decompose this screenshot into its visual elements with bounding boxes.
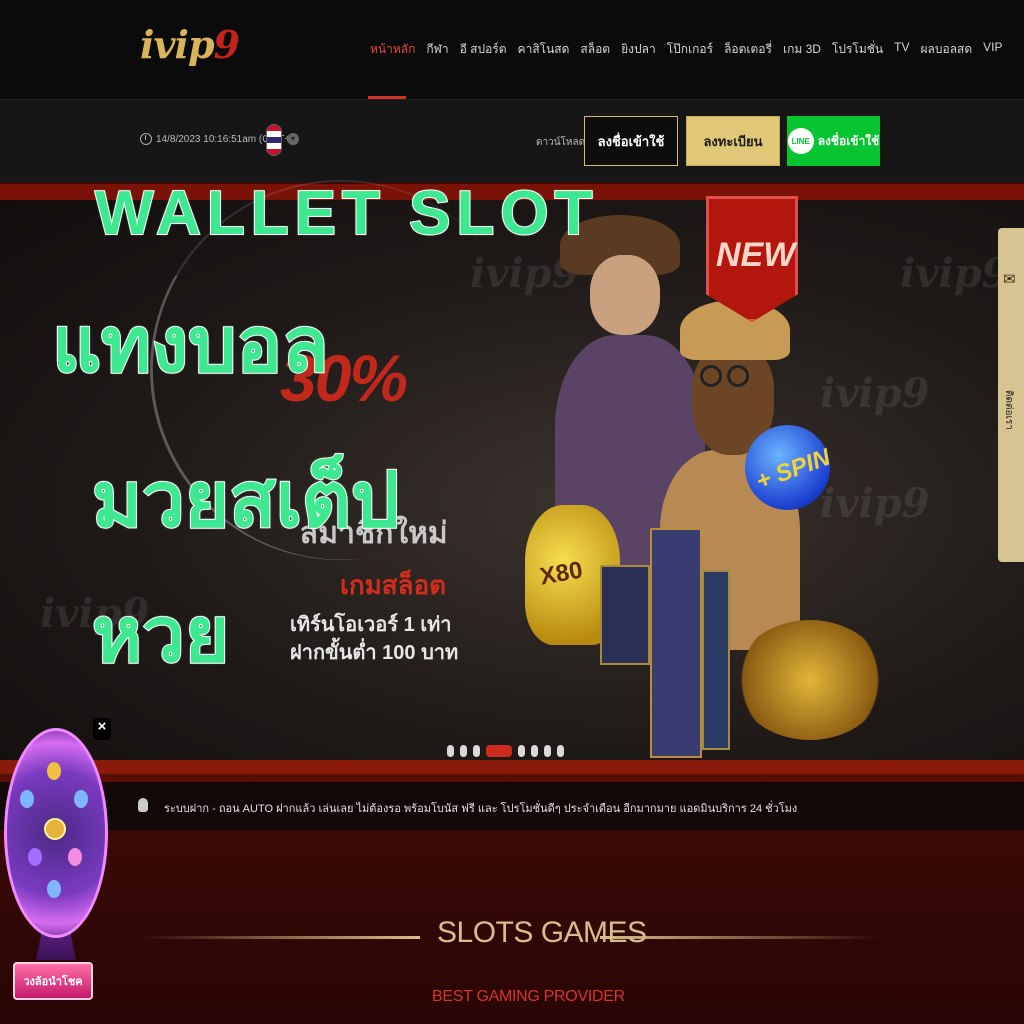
section-subtitle: BEST GAMING PROVIDER: [432, 988, 625, 1005]
nav-item[interactable]: คาสิโนสด: [518, 40, 570, 59]
logo[interactable]: ivip9: [140, 22, 240, 67]
nav-item[interactable]: อี สปอร์ต: [460, 40, 507, 59]
clock-icon: [140, 133, 152, 145]
carousel-dot[interactable]: [486, 745, 512, 757]
wheel-gem: [20, 790, 34, 808]
nav-item[interactable]: สล็อต: [580, 40, 610, 59]
carousel-dot[interactable]: [518, 745, 525, 757]
nav-item[interactable]: VIP: [983, 40, 1002, 59]
carousel-dot[interactable]: [447, 745, 454, 757]
overlay-line: มวยสเต็ป: [91, 457, 400, 544]
nav-item[interactable]: หน้าหลัก: [370, 40, 415, 59]
carousel-dot[interactable]: [460, 745, 467, 757]
envelope-icon: ✉: [1003, 271, 1016, 288]
banner-watermark: ivip9: [900, 250, 1010, 297]
main-nav: หน้าหลัก กีฬา อี สปอร์ต คาสิโนสด สล็อต ยิงปลา…: [370, 40, 1003, 59]
top-navbar: ivip9 หน้าหลัก กีฬา อี สปอร์ต คาสิโนสด สล็อต…: [0, 0, 1024, 100]
new-badge-label: NEW: [716, 236, 796, 274]
line-login-button[interactable]: LINE ลงชื่อเข้าใช้: [787, 116, 880, 166]
contact-tab-label: ติดต่อเรา: [1003, 390, 1014, 430]
slot-machine: [650, 528, 702, 758]
overlay-line: แทงบอล: [51, 302, 330, 389]
page: ivip9 หน้าหลัก กีฬา อี สปอร์ต คาสิโนสด สล็อต…: [0, 0, 1024, 1024]
lucky-wheel-label: วงล้อนำโชค: [23, 976, 83, 988]
nav-active-indicator: [368, 96, 406, 99]
carousel-dot[interactable]: [531, 745, 538, 757]
nav-item[interactable]: โปรโมชั่น: [832, 40, 883, 59]
wheel-gem: [47, 762, 61, 780]
nav-item[interactable]: ผลบอลสด: [920, 40, 972, 59]
download-link[interactable]: ดาวน์โหลด: [536, 135, 585, 150]
carousel-dot[interactable]: [544, 745, 551, 757]
wheel-center[interactable]: [44, 818, 66, 840]
announcement-ticker: ระบบฝาก - ถอน AUTO ฝากแล้ว เล่นเลย ไม่ต้…: [0, 782, 1024, 830]
nav-item[interactable]: กีฬา: [426, 40, 448, 59]
promo-game-type: เกมสล็อต: [340, 570, 447, 600]
ticker-text: ระบบฝาก - ถอน AUTO ฝากแล้ว เล่นเลย ไม่ต้…: [164, 803, 798, 815]
slot-machine: [702, 570, 730, 750]
cowboy-character: [590, 255, 660, 335]
nav-item[interactable]: TV: [894, 40, 909, 59]
logo-accent: 9: [213, 22, 240, 67]
line-login-label: ลงชื่อเข้าใช้: [817, 133, 880, 148]
nav-item[interactable]: ล็อตเตอรี่: [724, 40, 772, 59]
gold-coins: [735, 620, 885, 740]
close-icon[interactable]: ×: [93, 718, 111, 740]
wheel-gem: [74, 790, 88, 808]
thai-flag-icon[interactable]: [266, 124, 282, 156]
login-button[interactable]: ลงชื่อเข้าใช้: [584, 116, 678, 166]
register-button[interactable]: ลงทะเบียน: [686, 116, 780, 166]
glasses: [727, 365, 749, 387]
wheel-gem: [47, 880, 61, 898]
banner-watermark: ivip9: [820, 370, 930, 417]
carousel-dots: [447, 745, 564, 757]
nav-item[interactable]: ยิงปลา: [621, 40, 656, 59]
slots-section: SLOTS GAMES BEST GAMING PROVIDER: [0, 830, 1024, 1024]
overlay-title: WALLET SLOT: [94, 178, 599, 249]
carousel-dot[interactable]: [473, 745, 480, 757]
sub-header: 14/8/2023 10:16:51am (GMT+8) ดาวน์โหลด ล…: [0, 100, 1024, 182]
promo-min-deposit: ฝากขั้นต่ำ 100 บาท: [290, 642, 459, 664]
slot-machine: [600, 565, 650, 665]
divider-line: [140, 936, 420, 939]
overlay-line: หวย: [91, 592, 230, 679]
wheel-gem: [28, 848, 42, 866]
lucky-wheel-button[interactable]: วงล้อนำโชค: [13, 962, 93, 1000]
line-icon: LINE: [787, 128, 814, 154]
banner-watermark: ivip9: [820, 480, 930, 527]
section-title: SLOTS GAMES: [437, 916, 647, 949]
bell-icon: [138, 798, 148, 812]
glasses: [700, 365, 722, 387]
wheel-gem: [68, 848, 82, 866]
chevron-down-icon[interactable]: ▾: [287, 133, 299, 145]
nav-item[interactable]: โป๊กเกอร์: [667, 40, 713, 59]
carousel-dot[interactable]: [557, 745, 564, 757]
nav-item[interactable]: เกม 3D: [783, 40, 821, 59]
logo-text: ivip: [140, 22, 215, 67]
